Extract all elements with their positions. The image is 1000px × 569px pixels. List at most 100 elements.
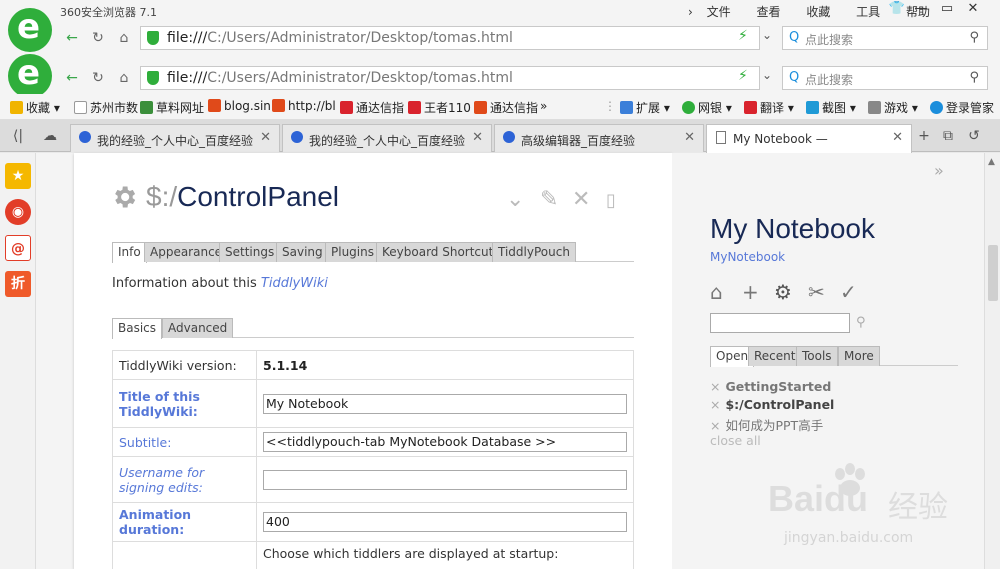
close-icon[interactable]: ×: [710, 418, 720, 433]
refresh-icon[interactable]: ↻: [86, 66, 110, 90]
close-tab-icon[interactable]: ✕: [684, 130, 695, 145]
restore-tab-icon[interactable]: ↺: [964, 128, 984, 146]
tab-editor[interactable]: 高级编辑器_百度经验 ✕: [494, 124, 704, 152]
close-tab-icon[interactable]: ✕: [892, 130, 903, 145]
address-bar[interactable]: file:///C:/Users/Administrator/Desktop/t…: [140, 26, 760, 50]
more-dots-icon[interactable]: ⋮: [604, 99, 616, 113]
login-manager-button[interactable]: 登录管家: [930, 99, 994, 116]
search-icon[interactable]: ⚲: [969, 70, 979, 85]
page-scrollbar[interactable]: ▲: [984, 153, 1000, 569]
subtitle-input[interactable]: <<tiddlypouch-tab MyNotebook Database >>: [263, 432, 627, 452]
menu-favorites[interactable]: 收藏: [806, 5, 830, 19]
tab-list-icon[interactable]: ⧉: [938, 128, 958, 146]
chevron-down-icon[interactable]: ⌄: [762, 68, 772, 82]
tab-tools[interactable]: Tools: [796, 346, 838, 366]
tiddlywiki-link[interactable]: TiddlyWiki: [261, 276, 328, 291]
sidebar-search-input[interactable]: [710, 313, 850, 333]
control-panel-gear-icon[interactable]: ⚙: [774, 280, 792, 304]
bookmark-item[interactable]: 通达信指: [340, 99, 404, 116]
lightning-icon[interactable]: ⚡: [738, 28, 748, 44]
close-icon[interactable]: ×: [710, 379, 720, 394]
menu-view[interactable]: 查看: [756, 5, 780, 19]
username-input[interactable]: [263, 469, 627, 490]
back-icon[interactable]: ←: [60, 66, 84, 90]
scroll-up-icon[interactable]: ▲: [988, 157, 995, 167]
address-bar[interactable]: file:///C:/Users/Administrator/Desktop/t…: [140, 66, 760, 90]
search-icon[interactable]: ⚲: [856, 315, 866, 330]
weibo-icon[interactable]: ◉: [5, 199, 31, 225]
ebank-button[interactable]: 网银 ▾: [682, 99, 732, 116]
sidebar-collapse-icon[interactable]: »: [934, 161, 944, 180]
home-icon[interactable]: ⌂: [112, 66, 136, 90]
refresh-icon[interactable]: ↻: [86, 26, 110, 50]
search-box[interactable]: Q 点此搜索 ⚲: [782, 66, 988, 90]
tab-settings[interactable]: Settings: [219, 242, 281, 262]
search-engine-icon[interactable]: Q: [789, 70, 799, 85]
tab-more[interactable]: More: [838, 346, 880, 366]
bookmark-item[interactable]: 草料网址: [140, 99, 204, 116]
tab-baidu-2[interactable]: 我的经验_个人中心_百度经验 ✕: [282, 124, 492, 152]
home-icon[interactable]: ⌂: [112, 26, 136, 50]
list-item[interactable]: × $:/ControlPanel: [710, 397, 834, 415]
star-icon[interactable]: ★: [5, 163, 31, 189]
close-icon[interactable]: ×: [710, 397, 720, 412]
bookmark-item[interactable]: blog.sin: [208, 99, 271, 113]
games-button[interactable]: 游戏 ▾: [868, 99, 918, 116]
close-tab-icon[interactable]: ✕: [472, 130, 483, 145]
search-engine-icon[interactable]: Q: [789, 30, 799, 45]
cloud-icon[interactable]: ☁: [40, 128, 60, 146]
tab-saving[interactable]: Saving: [276, 242, 329, 262]
bookmark-item[interactable]: 通达信指: [474, 99, 538, 116]
close-all-link[interactable]: close all: [710, 433, 834, 451]
tab-plugins[interactable]: Plugins: [325, 242, 380, 262]
minimize-button[interactable]: —: [908, 0, 934, 20]
discount-icon[interactable]: 折: [5, 271, 31, 297]
tab-advanced[interactable]: Advanced: [162, 318, 234, 338]
maximize-button[interactable]: ▭: [934, 0, 960, 20]
search-icon[interactable]: ⚲: [969, 30, 979, 45]
new-tab-icon[interactable]: +: [914, 128, 934, 146]
collapse-chevron-icon[interactable]: ⌄: [506, 187, 524, 212]
menu-tools[interactable]: 工具: [856, 5, 880, 19]
skin-icon[interactable]: 👕: [884, 0, 910, 20]
menu-file[interactable]: 文件: [707, 5, 731, 19]
tab-basics[interactable]: Basics: [112, 318, 163, 339]
wiki-title-input[interactable]: My Notebook: [263, 393, 627, 414]
bookmark-favorites[interactable]: 收藏 ▾: [10, 99, 60, 116]
lightning-icon[interactable]: ⚡: [738, 68, 748, 84]
tab-info[interactable]: Info: [112, 242, 147, 263]
tab-appearance[interactable]: Appearance: [144, 242, 229, 262]
list-item[interactable]: × GettingStarted: [710, 379, 834, 397]
list-item[interactable]: × 如何成为PPT高手: [710, 415, 834, 433]
tab-my-notebook[interactable]: My Notebook — ✕: [706, 124, 912, 153]
mail-icon[interactable]: @: [5, 235, 31, 261]
menu-arrow-icon[interactable]: ›: [688, 5, 693, 19]
bookmark-item[interactable]: http://bl: [272, 99, 336, 113]
site-subtitle[interactable]: MyNotebook: [710, 250, 785, 264]
tab-tiddlypouch[interactable]: TiddlyPouch: [492, 242, 576, 262]
extensions-button[interactable]: 扩展 ▾: [620, 99, 670, 116]
edit-pencil-icon[interactable]: ✎: [540, 187, 558, 212]
bookmark-item[interactable]: 苏州市数: [74, 99, 138, 116]
tiddler-info-icon[interactable]: ▯: [606, 190, 616, 211]
sidebar-toggle-icon[interactable]: ⟨|: [8, 128, 28, 146]
search-box[interactable]: Q 点此搜索 ⚲: [782, 26, 988, 50]
translate-button[interactable]: 翻译 ▾: [744, 99, 794, 116]
home-icon[interactable]: ⌂: [710, 280, 723, 304]
new-tiddler-icon[interactable]: +: [742, 280, 759, 304]
close-window-button[interactable]: ✕: [960, 0, 986, 20]
back-icon[interactable]: ←: [60, 26, 84, 50]
save-check-icon[interactable]: ✓: [840, 280, 857, 304]
screenshot-button[interactable]: 截图 ▾: [806, 99, 856, 116]
bookmark-item[interactable]: 王者110: [408, 99, 471, 116]
tab-keyboard-shortcuts[interactable]: Keyboard Shortcuts: [376, 242, 506, 262]
tab-recent[interactable]: Recent: [748, 346, 802, 366]
chevron-down-icon[interactable]: ⌄: [762, 28, 772, 42]
close-tiddler-icon[interactable]: ✕: [572, 187, 590, 212]
scrollbar-thumb[interactable]: [988, 245, 998, 301]
tools-icon[interactable]: ✂: [808, 280, 825, 304]
close-tab-icon[interactable]: ✕: [260, 130, 271, 145]
tab-baidu-1[interactable]: 我的经验_个人中心_百度经验 ✕: [70, 124, 280, 152]
bookmarks-more[interactable]: »: [540, 99, 547, 113]
animation-duration-input[interactable]: 400: [263, 512, 627, 532]
